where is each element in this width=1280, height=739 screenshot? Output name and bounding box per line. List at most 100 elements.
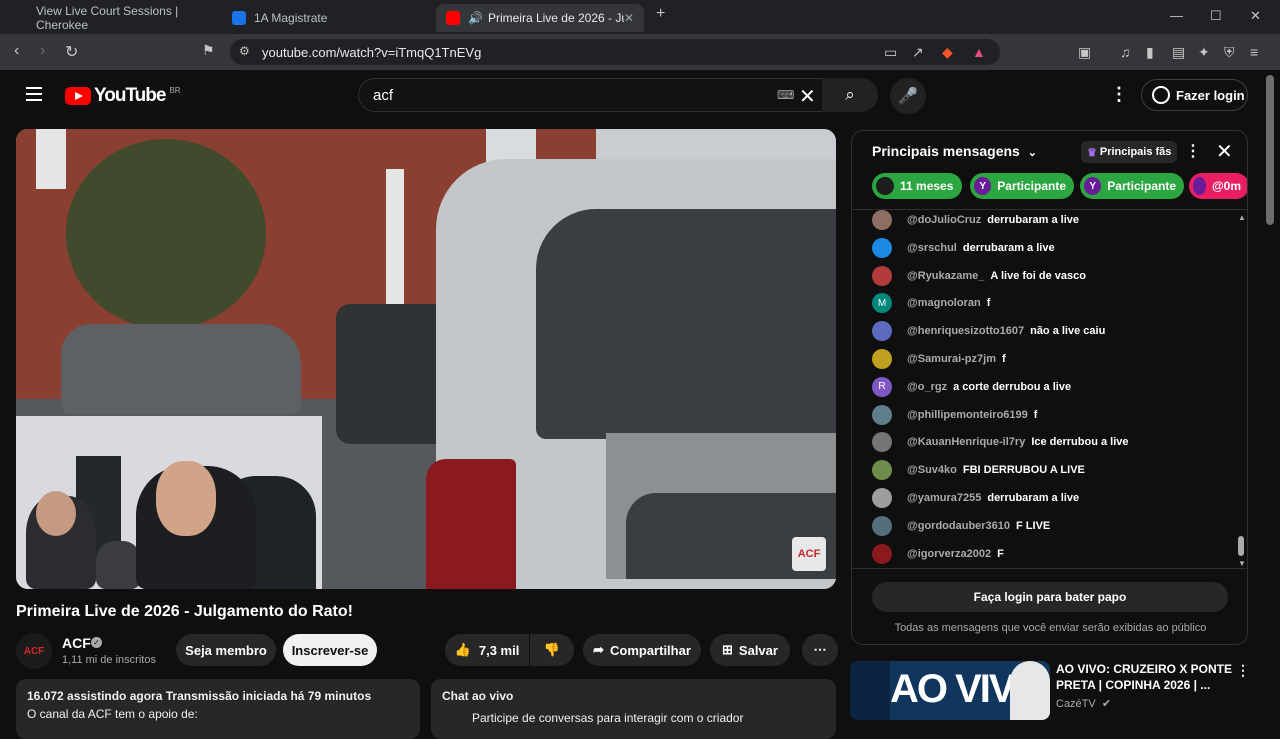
chat-avatar[interactable] (872, 237, 892, 258)
chat-avatar[interactable] (872, 543, 892, 564)
live-chat-panel[interactable]: Chat ao vivo Participe de conversas para… (431, 679, 836, 739)
chat-avatar[interactable] (872, 210, 892, 230)
back-icon[interactable]: ‹ (14, 42, 19, 60)
chat-avatar[interactable] (872, 404, 892, 425)
reload-icon[interactable]: ↻ (65, 42, 78, 62)
scroll-down-icon[interactable]: ▼ (1238, 559, 1246, 568)
dislike-button[interactable]: 👎 (530, 634, 574, 666)
chat-author[interactable]: @Suv4ko (907, 464, 957, 476)
share-page-icon[interactable]: ↗ (912, 44, 924, 61)
search-button[interactable]: ⌕ (822, 78, 878, 112)
chat-author[interactable]: @igorverza2002 (907, 548, 991, 560)
settings-more-icon[interactable]: ⋮ (1110, 84, 1128, 105)
chat-avatar[interactable]: M (872, 293, 892, 314)
forward-icon[interactable]: › (40, 42, 45, 60)
browser-tab-active[interactable]: 🔊 Primeira Live de 2026 - Julgam ✕ (436, 4, 644, 32)
recommended-more-icon[interactable]: ⋮ (1236, 662, 1250, 679)
vpn-icon[interactable]: ⛨ (1224, 44, 1235, 61)
login-button[interactable]: Fazer login (1141, 79, 1248, 111)
chat-message[interactable]: @phillipemonteiro6199 f (872, 404, 1037, 425)
chat-message[interactable]: R @o_rgz a corte derrubou a live (872, 376, 1071, 397)
video-player[interactable]: ACF (16, 129, 836, 589)
close-chat-icon[interactable]: ✕ (1216, 139, 1233, 164)
chat-avatar[interactable] (872, 265, 892, 286)
chat-author[interactable]: @srschul (907, 242, 957, 254)
page-scrollbar[interactable] (1266, 75, 1274, 225)
chat-message[interactable]: @igorverza2002 F (872, 543, 1004, 564)
recommended-thumbnail[interactable]: AO VIVO (850, 661, 1050, 720)
chat-author[interactable]: @phillipemonteiro6199 (907, 409, 1028, 421)
chat-author[interactable]: @Samurai-pz7jm (907, 353, 996, 365)
close-window-button[interactable]: ✕ (1250, 8, 1261, 24)
save-button[interactable]: ⊞ Salvar (710, 634, 790, 666)
chat-top-chatter-chip[interactable]: Y Participante (1080, 173, 1184, 199)
voice-search-button[interactable]: 🎤 (890, 78, 926, 114)
leo-ai-icon[interactable]: ✦ (1198, 44, 1210, 61)
chat-message[interactable]: @Samurai-pz7jm f (872, 349, 1006, 369)
chat-scrollbar[interactable] (1238, 536, 1244, 556)
like-button[interactable]: 👍 7,3 mil (445, 634, 529, 666)
clear-search-icon[interactable]: ✕ (799, 84, 816, 109)
chat-message[interactable]: M @magnoloran f (872, 293, 990, 314)
cast-icon[interactable]: ▭ (884, 44, 897, 61)
chat-avatar[interactable] (872, 432, 892, 453)
channel-name[interactable]: ACF (62, 635, 91, 651)
chat-more-icon[interactable]: ⋮ (1185, 141, 1201, 161)
chat-top-chatter-chip[interactable]: Y Participante (970, 173, 1074, 199)
chat-author[interactable]: @gordodauber3610 (907, 520, 1010, 532)
chat-author[interactable]: @magnoloran (907, 297, 981, 309)
chat-author[interactable]: @KauanHenrique-il7ry (907, 436, 1025, 448)
chat-top-chatter-chip[interactable]: 11 meses (872, 173, 962, 199)
chat-message[interactable]: @Ryukazame_ A live foi de vasco (872, 265, 1086, 286)
recommended-title[interactable]: AO VIVO: CRUZEIRO X PONTE PRETA | COPINH… (1056, 661, 1236, 693)
browser-menu-icon[interactable]: ≡ (1250, 44, 1258, 60)
chat-message[interactable]: @gordodauber3610 F LIVE (872, 515, 1050, 536)
site-info-icon[interactable]: ⚙ (239, 44, 250, 58)
top-fans-button[interactable]: ♛ Principais fãs (1081, 141, 1178, 163)
chat-message[interactable]: @henriquesizotto1607 não a live caiu (872, 321, 1105, 342)
close-tab-icon[interactable]: ✕ (624, 11, 634, 25)
chat-avatar[interactable] (872, 515, 892, 536)
share-button[interactable]: ➦ Compartilhar (583, 634, 701, 666)
more-actions-button[interactable]: ⋯ (802, 634, 838, 666)
sidebar-icon[interactable]: ▮ (1146, 44, 1154, 61)
chat-avatar[interactable] (872, 321, 892, 342)
channel-avatar[interactable]: ACF (16, 633, 52, 669)
scroll-up-icon[interactable]: ▲ (1238, 213, 1246, 222)
chat-avatar[interactable] (872, 460, 892, 481)
chat-message[interactable]: @doJulioCruz derrubaram a live (872, 210, 1079, 230)
join-member-button[interactable]: Seja membro (176, 634, 276, 666)
chat-message[interactable]: @KauanHenrique-il7ry Ice derrubou a live (872, 432, 1129, 453)
chat-author[interactable]: @henriquesizotto1607 (907, 325, 1024, 337)
chat-author[interactable]: @doJulioCruz (907, 214, 981, 226)
description-box[interactable]: 16.072 assistindo agora Transmissão inic… (16, 679, 420, 739)
chat-message[interactable]: @srschul derrubaram a live (872, 237, 1055, 258)
wallet-icon[interactable]: ▤ (1172, 44, 1185, 61)
maximize-button[interactable]: ☐ (1210, 8, 1222, 24)
music-icon[interactable]: ♫ (1120, 44, 1131, 60)
chat-author[interactable]: @o_rgz (907, 381, 947, 393)
chat-avatar[interactable] (872, 488, 892, 508)
search-input[interactable]: acf ⌨ ✕ (358, 78, 836, 112)
chat-top-chatter-chip[interactable]: @0m (1189, 173, 1247, 199)
chat-mode-dropdown[interactable]: Principais mensagens ⌄ (872, 143, 1037, 159)
keyboard-icon[interactable]: ⌨ (777, 88, 794, 102)
chat-avatar[interactable] (872, 349, 892, 369)
chat-message[interactable]: @Suv4ko FBI DERRUBOU A LIVE (872, 460, 1085, 481)
chat-message[interactable]: @yamura7255 derrubaram a live (872, 488, 1079, 508)
login-to-chat-button[interactable]: Faça login para bater papo (872, 582, 1228, 612)
youtube-logo[interactable]: YouTube BR (65, 85, 181, 107)
hamburger-menu-icon[interactable] (26, 87, 42, 105)
new-tab-button[interactable]: + (656, 5, 665, 23)
chat-author[interactable]: @Ryukazame_ (907, 270, 984, 282)
brave-shield-icon[interactable]: ◆ (942, 44, 953, 61)
chat-avatar[interactable]: R (872, 376, 892, 397)
browser-tab[interactable]: View Live Court Sessions | Cherokee (26, 4, 216, 32)
screenshot-icon[interactable]: ▣ (1078, 44, 1091, 61)
minimize-button[interactable]: — (1170, 8, 1183, 23)
browser-tab[interactable]: 1A Magistrate (222, 4, 428, 32)
brave-rewards-icon[interactable]: ▲ (972, 44, 986, 60)
chat-author[interactable]: @yamura7255 (907, 492, 981, 504)
bookmark-icon[interactable]: ⚑ (202, 42, 215, 59)
subscribe-button[interactable]: Inscrever-se (283, 634, 377, 666)
